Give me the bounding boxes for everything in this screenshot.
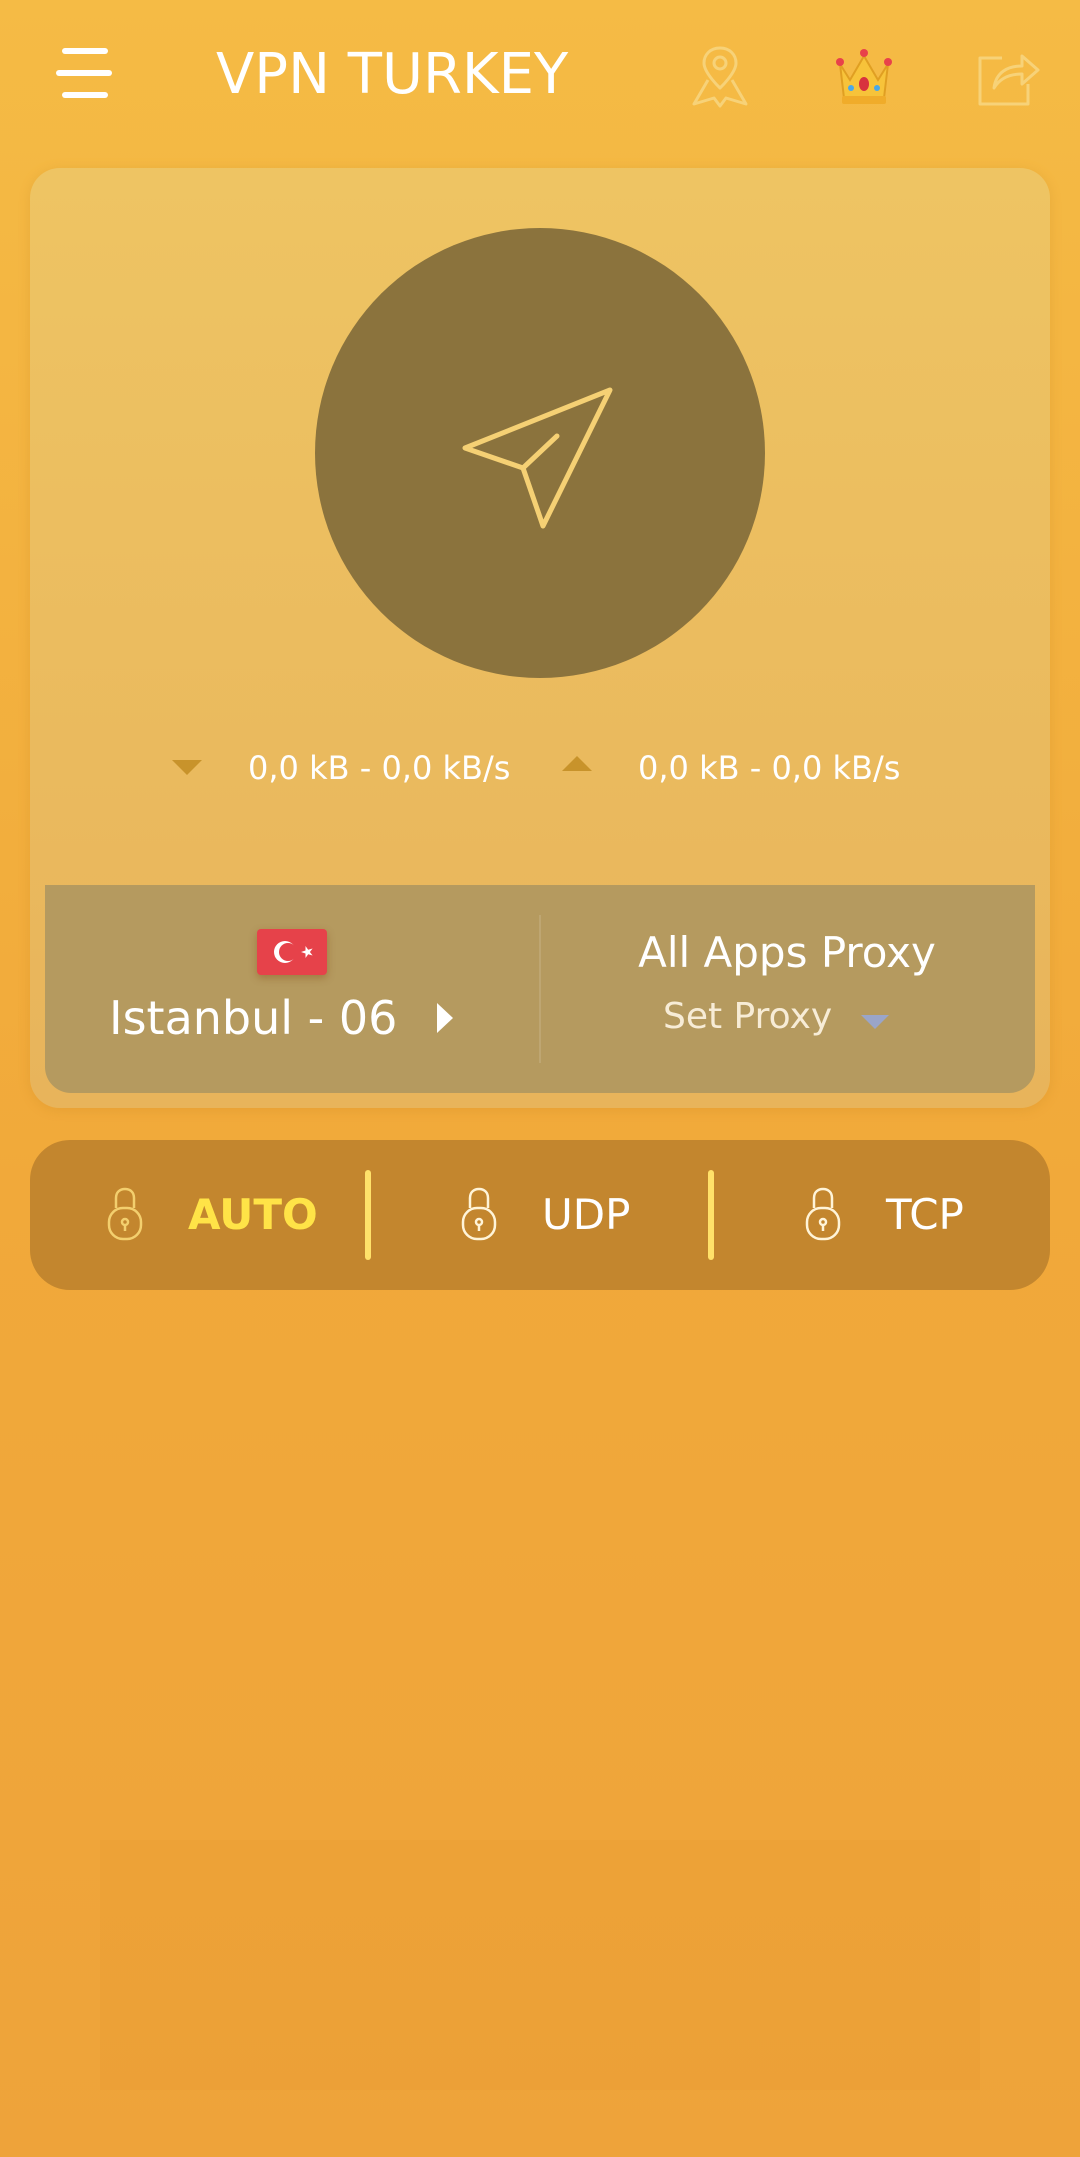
download-stats: 0,0 kB - 0,0 kB/s: [248, 749, 511, 787]
protocol-label: AUTO: [188, 1190, 318, 1239]
protocol-tcp-option[interactable]: TCP: [804, 1140, 1004, 1290]
protocol-divider: [708, 1170, 714, 1260]
lock-icon: [460, 1186, 498, 1242]
protocol-label: UDP: [542, 1190, 631, 1239]
hamburger-menu-icon[interactable]: [52, 44, 116, 104]
chevron-right-icon[interactable]: [437, 1003, 453, 1033]
app-title: VPN TURKEY: [216, 42, 569, 107]
protocol-udp-option[interactable]: UDP: [460, 1140, 660, 1290]
ad-banner-placeholder: [100, 1840, 980, 2090]
server-name[interactable]: Istanbul - 06: [109, 989, 397, 1047]
server-panel: Istanbul - 06 All Apps Proxy Set Proxy: [45, 885, 1035, 1093]
protocol-divider: [365, 1170, 371, 1260]
app-header: VPN TURKEY: [0, 0, 1080, 150]
crown-icon[interactable]: [828, 42, 900, 110]
proxy-title: All Apps Proxy: [638, 928, 936, 977]
map-pin-icon[interactable]: [684, 42, 756, 110]
lock-icon: [106, 1186, 144, 1242]
upload-stats: 0,0 kB - 0,0 kB/s: [638, 749, 901, 787]
connect-button[interactable]: [315, 228, 765, 678]
protocol-label: TCP: [886, 1190, 964, 1239]
proxy-select[interactable]: Set Proxy: [663, 995, 832, 1039]
download-arrow-icon: [172, 760, 202, 775]
traffic-stats: 0,0 kB - 0,0 kB/s 0,0 kB - 0,0 kB/s: [30, 738, 1050, 798]
protocol-auto-option[interactable]: AUTO: [106, 1140, 346, 1290]
lock-icon: [804, 1186, 842, 1242]
turkey-flag-icon[interactable]: [257, 929, 327, 975]
paper-plane-icon: [462, 387, 613, 529]
chevron-down-icon[interactable]: [861, 1015, 889, 1029]
connect-card: 0,0 kB - 0,0 kB/s 0,0 kB - 0,0 kB/s Ista…: [30, 168, 1050, 1108]
upload-arrow-icon: [562, 756, 592, 771]
protocol-selector: AUTO UDP TCP: [30, 1140, 1050, 1290]
share-icon[interactable]: [972, 42, 1044, 110]
